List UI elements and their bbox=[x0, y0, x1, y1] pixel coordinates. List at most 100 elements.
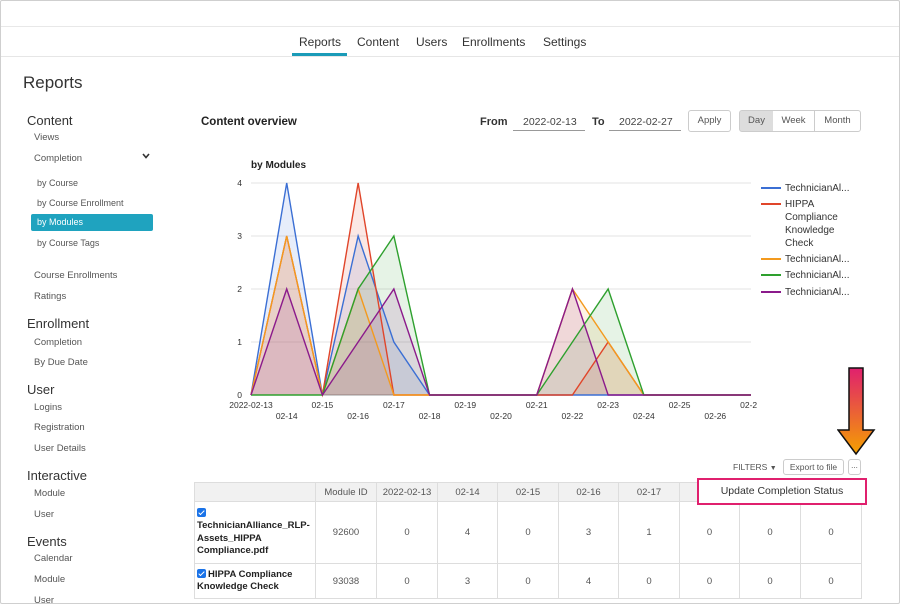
module-name: TechnicianAlliance_RLP-Assets_HIPPA Comp… bbox=[197, 520, 310, 556]
tab-enrollments[interactable]: Enrollments bbox=[462, 35, 525, 49]
legend-label: TechnicianAl... bbox=[785, 287, 850, 298]
sidebar-item-views[interactable]: Views bbox=[34, 132, 59, 143]
column-header[interactable]: 02-14 bbox=[437, 482, 498, 502]
sidebar-item-by-course-tags[interactable]: by Course Tags bbox=[37, 238, 99, 248]
app-frame: Reports Content Users Enrollments Settin… bbox=[0, 0, 900, 604]
value-cell: 0 bbox=[376, 501, 438, 564]
sidebar-item-events-module[interactable]: Module bbox=[34, 574, 65, 585]
column-header[interactable]: 02-15 bbox=[497, 482, 559, 502]
modules-chart: by Modules 0 1 2 3 4 2022-02-1302-14 02-15 02-… bbox=[229, 160, 757, 421]
filters-dropdown[interactable]: FILTERS ▼ bbox=[733, 462, 777, 472]
from-date-input[interactable]: 2022-02-13 bbox=[513, 113, 585, 131]
filters-label: FILTERS bbox=[733, 462, 768, 472]
value-cell[interactable]: 4 bbox=[558, 563, 619, 599]
y-tick-label: 4 bbox=[237, 178, 242, 188]
sidebar-item-by-due-date[interactable]: By Due Date bbox=[34, 357, 88, 368]
sidebar-item-registration[interactable]: Registration bbox=[34, 422, 85, 433]
value-cell[interactable]: 4 bbox=[437, 501, 498, 564]
chart-grid bbox=[251, 182, 751, 396]
x-tick-label: 02-14 bbox=[276, 411, 298, 421]
tab-users[interactable]: Users bbox=[416, 35, 447, 49]
x-tick-label: 02-20 bbox=[490, 411, 512, 421]
to-label: To bbox=[592, 116, 605, 128]
sidebar-item-enrollment-completion[interactable]: Completion bbox=[34, 337, 82, 348]
apply-button[interactable]: Apply bbox=[688, 110, 731, 132]
value-cell[interactable]: 3 bbox=[558, 501, 619, 564]
sidebar-item-by-course[interactable]: by Course bbox=[37, 178, 78, 188]
sidebar-heading-interactive: Interactive bbox=[27, 468, 87, 483]
sidebar-heading-user: User bbox=[27, 382, 55, 397]
chart-title: by Modules bbox=[251, 160, 306, 171]
legend-swatch bbox=[761, 274, 781, 276]
row-checkbox[interactable] bbox=[197, 568, 206, 578]
value-cell[interactable]: 3 bbox=[437, 563, 498, 599]
sidebar-item-label: by Modules bbox=[37, 217, 84, 227]
sidebar-item-completion[interactable]: Completion bbox=[34, 153, 82, 164]
y-tick-label: 0 bbox=[237, 390, 242, 400]
to-date-input[interactable]: 2022-02-27 bbox=[609, 113, 681, 131]
legend-label: TechnicianAl... bbox=[785, 254, 850, 265]
value-cell: 0 bbox=[800, 563, 862, 599]
period-month-button[interactable]: Month bbox=[814, 110, 861, 132]
export-to-file-button[interactable]: Export to file bbox=[783, 459, 844, 475]
column-header[interactable]: Module ID bbox=[315, 482, 377, 502]
legend-label: HIPPA Compliance Knowledge Check bbox=[785, 199, 838, 249]
update-completion-status-menu-item[interactable]: Update Completion Status bbox=[697, 478, 867, 505]
table-row: HIPPA Compliance Knowledge Check 93038 0 3 0… bbox=[194, 563, 862, 599]
arrow-down-icon bbox=[837, 367, 876, 456]
table-row: TechnicianAlliance_RLP-Assets_HIPPA Comp… bbox=[194, 501, 862, 564]
period-day-button[interactable]: Day bbox=[739, 110, 774, 132]
value-cell: 0 bbox=[497, 501, 559, 564]
value-cell[interactable]: 1 bbox=[618, 501, 680, 564]
sidebar-item-logins[interactable]: Logins bbox=[34, 402, 62, 413]
y-tick-label: 3 bbox=[237, 231, 242, 241]
x-tick-label: 02-27 bbox=[740, 400, 757, 410]
top-bar bbox=[1, 1, 899, 27]
main-nav: Reports Content Users Enrollments Settin… bbox=[1, 27, 899, 57]
value-cell: 0 bbox=[679, 563, 740, 599]
value-cell: 0 bbox=[800, 501, 862, 564]
chevron-down-icon[interactable] bbox=[142, 152, 150, 160]
column-header[interactable]: 02-17 bbox=[618, 482, 680, 502]
column-header bbox=[194, 482, 316, 502]
sidebar-item-ratings[interactable]: Ratings bbox=[34, 291, 66, 302]
y-axis-ticks: 0 1 2 3 4 bbox=[237, 178, 242, 400]
sidebar-item-events-user[interactable]: User bbox=[34, 595, 54, 603]
legend-label: TechnicianAl... bbox=[785, 270, 850, 281]
row-checkbox[interactable] bbox=[197, 507, 206, 517]
page-title: Reports bbox=[23, 73, 83, 92]
x-axis-ticks: 2022-02-1302-14 02-15 02-16 02-17 02-18 02-19… bbox=[229, 400, 757, 421]
more-options-button[interactable]: ... bbox=[848, 459, 861, 475]
y-tick-label: 2 bbox=[237, 284, 242, 294]
x-tick-label: 02-22 bbox=[562, 411, 584, 421]
legend-swatch bbox=[761, 291, 781, 293]
value-cell: 0 bbox=[497, 563, 559, 599]
column-header[interactable]: 2022-02-13 bbox=[376, 482, 438, 502]
x-tick-label: 02-21 bbox=[526, 400, 548, 410]
x-tick-label: 02-16 bbox=[347, 411, 369, 421]
module-id-cell: 93038 bbox=[315, 563, 377, 599]
module-name: HIPPA Compliance Knowledge Check bbox=[197, 568, 293, 593]
tab-reports[interactable]: Reports bbox=[299, 35, 341, 49]
sidebar-item-by-modules[interactable]: by Modules bbox=[31, 214, 153, 231]
column-header[interactable]: 02-16 bbox=[558, 482, 619, 502]
y-tick-label: 1 bbox=[237, 337, 242, 347]
tab-settings[interactable]: Settings bbox=[543, 35, 586, 49]
module-id-cell: 92600 bbox=[315, 501, 377, 564]
sidebar-item-by-course-enrollment[interactable]: by Course Enrollment bbox=[37, 198, 124, 208]
value-cell: 0 bbox=[739, 501, 801, 564]
x-tick-label: 02-17 bbox=[383, 400, 405, 410]
legend-label: TechnicianAl... bbox=[785, 183, 850, 194]
x-tick-label: 02-19 bbox=[454, 400, 476, 410]
sidebar-item-user-details[interactable]: User Details bbox=[34, 443, 86, 454]
period-week-button[interactable]: Week bbox=[773, 110, 815, 132]
sidebar-item-interactive-user[interactable]: User bbox=[34, 509, 54, 520]
active-tab-indicator bbox=[292, 53, 347, 56]
sidebar-item-course-enrollments[interactable]: Course Enrollments bbox=[34, 270, 117, 281]
tab-content[interactable]: Content bbox=[357, 35, 399, 49]
sidebar-heading-content: Content bbox=[27, 113, 73, 128]
sidebar-heading-events: Events bbox=[27, 534, 67, 549]
sidebar-item-calendar[interactable]: Calendar bbox=[34, 553, 73, 564]
sidebar-item-module[interactable]: Module bbox=[34, 488, 65, 499]
value-cell: 0 bbox=[618, 563, 680, 599]
